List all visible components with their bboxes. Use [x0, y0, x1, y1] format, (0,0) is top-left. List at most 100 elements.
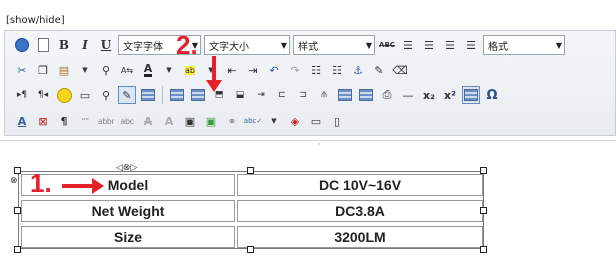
font-size-select[interactable]: 文字大小 ▼: [204, 35, 290, 55]
pagebreak-button[interactable]: ⊠: [34, 112, 52, 130]
delete-row-button[interactable]: ⇥: [252, 86, 270, 104]
copy-button[interactable]: ❐: [34, 61, 52, 79]
del-button[interactable]: A: [139, 112, 157, 130]
subscript-button[interactable]: x₂: [420, 86, 438, 104]
top-bar: [show/hide]: [0, 0, 616, 28]
cut-button[interactable]: ✂: [13, 61, 31, 79]
print-button[interactable]: ⎙: [378, 86, 396, 104]
row-props-button[interactable]: [168, 86, 186, 104]
visual-aid-button[interactable]: ✎: [118, 86, 136, 104]
spellcheck-button[interactable]: abc✓: [244, 112, 262, 130]
cleanup-button[interactable]: ✎: [370, 61, 388, 79]
align-right-button[interactable]: ☰: [441, 36, 459, 54]
paste-dropdown-button[interactable]: ▼: [76, 61, 94, 79]
ltr-button[interactable]: ▸¶: [13, 86, 31, 104]
show-hide-link[interactable]: [show/hide]: [6, 15, 65, 26]
underline-button[interactable]: U: [97, 36, 115, 54]
align-left-button[interactable]: ☰: [399, 36, 417, 54]
attributes-icon: ▣: [184, 114, 196, 128]
cell-props-button[interactable]: [189, 86, 207, 104]
resize-handle-bottom[interactable]: [247, 246, 254, 253]
align-justify-button[interactable]: ☰: [462, 36, 480, 54]
abbr-button[interactable]: abbr: [97, 112, 115, 130]
table-icon: [141, 89, 155, 101]
table-cell-label[interactable]: Model: [21, 174, 235, 196]
insert-col-before-icon: ⊏: [278, 90, 286, 100]
align-center-button[interactable]: ☰: [420, 36, 438, 54]
find-button[interactable]: ⚲: [97, 61, 115, 79]
fullscreen-button[interactable]: ▯: [328, 112, 346, 130]
superscript-button[interactable]: x²: [441, 86, 459, 104]
text-color-button[interactable]: A: [139, 61, 157, 79]
insert-col-after-button[interactable]: ⊐: [294, 86, 312, 104]
table-grid-button[interactable]: [462, 86, 480, 104]
quote-icon: “”: [81, 116, 89, 126]
content-table[interactable]: Model DC 10V~16V Net Weight DC3.8A Size …: [18, 171, 484, 249]
source-button[interactable]: [13, 36, 31, 54]
numbered-list-button[interactable]: ☷: [307, 61, 325, 79]
format-select[interactable]: 格式 ▼: [483, 35, 565, 55]
link-button[interactable]: ⚭: [223, 112, 241, 130]
show-blocks-button[interactable]: ¶: [55, 112, 73, 130]
ins-button[interactable]: A: [160, 112, 178, 130]
highlight-dropdown[interactable]: ▼: [202, 61, 220, 79]
image-button[interactable]: ▣: [202, 112, 220, 130]
italic-button[interactable]: I: [76, 36, 94, 54]
style-props-button[interactable]: A: [13, 112, 31, 130]
spellcheck-icon: abc✓: [243, 117, 263, 125]
quote-button[interactable]: “”: [76, 112, 94, 130]
emoticon-button[interactable]: [55, 86, 73, 104]
insert-col-before-button[interactable]: ⊏: [273, 86, 291, 104]
delete-col-button[interactable]: ⫛: [315, 86, 333, 104]
bold-button[interactable]: B: [55, 36, 73, 54]
printer-icon: ⎙: [382, 88, 392, 101]
subscript-icon: x₂: [423, 88, 435, 102]
table-cell-label[interactable]: Size: [21, 226, 235, 248]
redo-button[interactable]: ↷: [286, 61, 304, 79]
resize-handle-bottom-right[interactable]: [480, 246, 487, 253]
highlight-button[interactable]: ab: [181, 61, 199, 79]
table-cell-value[interactable]: DC3.8A: [237, 200, 483, 222]
resize-handle-left[interactable]: [14, 207, 21, 214]
table-cell-value[interactable]: 3200LM: [237, 226, 483, 248]
spellcheck-dropdown[interactable]: ▼: [265, 112, 283, 130]
caret-down-icon: ▼: [166, 66, 172, 74]
eraser-button[interactable]: ⌫: [391, 61, 409, 79]
outdent-button[interactable]: ⇤: [223, 61, 241, 79]
indent-button[interactable]: ⇥: [244, 61, 262, 79]
layer-button[interactable]: ▭: [307, 112, 325, 130]
preview-button[interactable]: ⚲: [97, 86, 115, 104]
rtl-button[interactable]: ¶◂: [34, 86, 52, 104]
anchor-button[interactable]: ⚓: [349, 61, 367, 79]
resize-handle-top-left[interactable]: [14, 167, 21, 174]
table-grid-icon: [464, 89, 478, 101]
horizontal-rule-button[interactable]: —: [399, 86, 417, 104]
attributes-button[interactable]: ▣: [181, 112, 199, 130]
style-select[interactable]: 样式 ▼: [293, 35, 375, 55]
replace-button[interactable]: A⇆: [118, 61, 136, 79]
table-cell-label[interactable]: Net Weight: [21, 200, 235, 222]
resize-handle-top-right[interactable]: [480, 167, 487, 174]
template-button[interactable]: ◈: [286, 112, 304, 130]
acronym-button[interactable]: abc: [118, 112, 136, 130]
pilcrow-icon: ¶: [60, 114, 68, 128]
insert-table-button[interactable]: [139, 86, 157, 104]
table-cell-value[interactable]: DC 10V~16V: [237, 174, 483, 196]
split-cells-button[interactable]: [336, 86, 354, 104]
resize-handle-bottom-left[interactable]: [14, 246, 21, 253]
media-button[interactable]: ▭: [76, 86, 94, 104]
toolbar-row-1: B I U 文字字体 ▼ 文字大小 ▼ 样式 ▼ ABC ☰ ☰ ☰ ☰ 格式 ▼: [13, 33, 565, 57]
strikethrough-button[interactable]: ABC: [378, 36, 396, 54]
undo-button[interactable]: ↶: [265, 61, 283, 79]
text-color-dropdown[interactable]: ▼: [160, 61, 178, 79]
resize-handle-top[interactable]: [247, 167, 254, 174]
new-document-button[interactable]: [34, 36, 52, 54]
resize-handle-right[interactable]: [480, 207, 487, 214]
row-resize-handle-icon[interactable]: ⊗: [10, 176, 18, 186]
bullet-list-button[interactable]: ☷: [328, 61, 346, 79]
replace-icon: A⇆: [120, 65, 134, 75]
insert-row-after-button[interactable]: ⬓: [231, 86, 249, 104]
paste-button[interactable]: ▤: [55, 61, 73, 79]
special-char-button[interactable]: Ω: [483, 86, 501, 104]
merge-cells-button[interactable]: [357, 86, 375, 104]
